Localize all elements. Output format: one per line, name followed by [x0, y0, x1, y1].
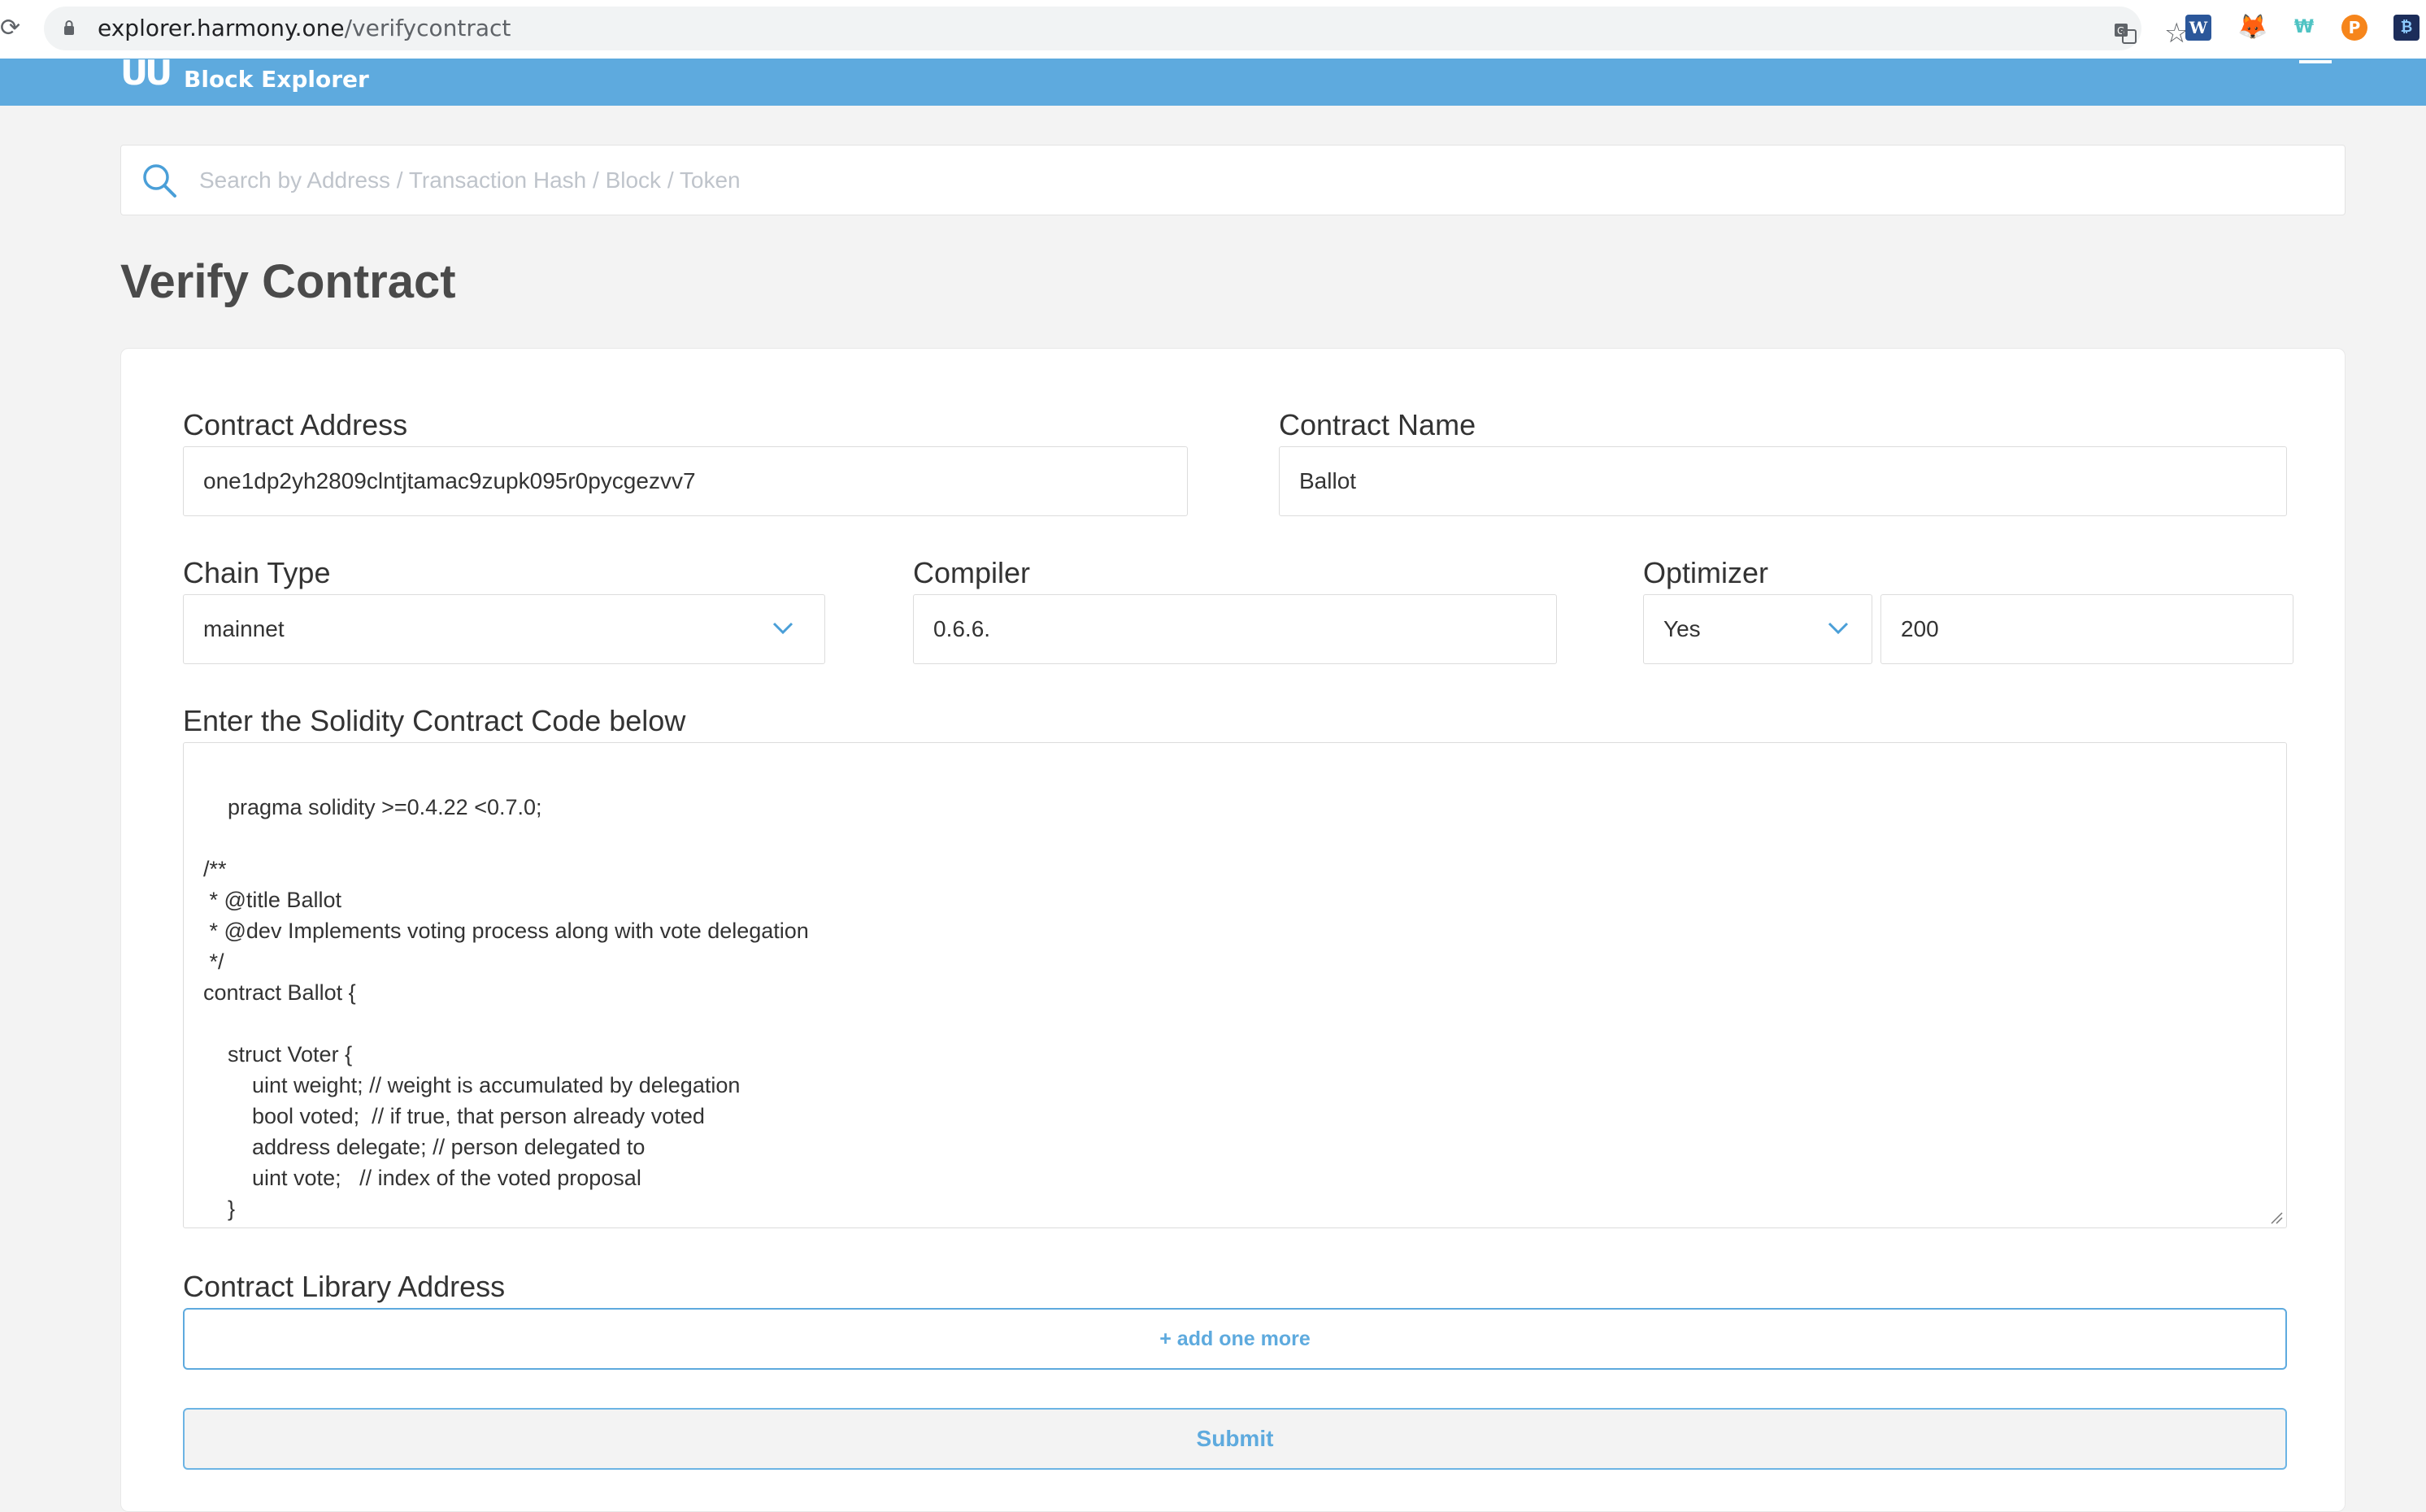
source-code-text: pragma solidity >=0.4.22 <0.7.0; /** * @… — [203, 795, 809, 1221]
chevron-down-icon — [1828, 622, 1849, 635]
logo-text[interactable]: Block Explorer — [184, 67, 369, 93]
address-bar[interactable]: explorer.harmony.one/verifycontract G ☆ — [44, 7, 2189, 50]
contract-name-label: Contract Name — [1279, 408, 1476, 441]
metamask-extension-icon[interactable]: 🦊 — [2237, 15, 2267, 41]
p-extension-icon[interactable]: P — [2341, 15, 2367, 41]
harmony-extension-icon[interactable]: ₩ — [2291, 15, 2317, 41]
chain-type-select[interactable]: mainnet — [183, 594, 825, 664]
search-bar — [120, 145, 2346, 215]
compiler-label: Compiler — [913, 556, 1031, 589]
compiler-input[interactable]: 0.6.6. — [913, 594, 1557, 664]
contract-name-input[interactable]: Ballot — [1279, 446, 2287, 516]
verify-form-card: Contract Address one1dp2yh2809clntjtamac… — [120, 348, 2346, 1512]
translate-icon[interactable]: G — [2113, 21, 2137, 46]
optimizer-runs-input[interactable]: 200 — [1880, 594, 2293, 664]
add-library-button[interactable]: + add one more — [183, 1308, 2287, 1370]
submit-button[interactable]: Submit — [183, 1408, 2287, 1470]
contract-address-label: Contract Address — [183, 408, 408, 441]
optimizer-label: Optimizer — [1643, 556, 1769, 589]
page-title: Verify Contract — [120, 255, 456, 308]
harmony-logo-icon[interactable]: UU — [120, 55, 172, 91]
lock-icon — [64, 20, 74, 35]
browser-chrome: ⟳ explorer.harmony.one/verifycontract G … — [0, 0, 2426, 59]
source-code-label: Enter the Solidity Contract Code below — [183, 704, 686, 737]
site-header: UU Block Explorer — [0, 55, 2426, 106]
resize-handle-icon[interactable] — [2270, 1211, 2283, 1224]
reload-icon[interactable]: ⟳ — [0, 16, 21, 41]
optimizer-value: Yes — [1663, 616, 1701, 641]
search-icon — [143, 164, 176, 198]
library-address-label: Contract Library Address — [183, 1270, 506, 1303]
optimizer-select[interactable]: Yes — [1643, 594, 1872, 664]
chevron-down-icon — [772, 622, 793, 635]
url-text: explorer.harmony.one/verifycontract — [98, 15, 511, 41]
word-extension-icon[interactable]: W — [2185, 15, 2211, 41]
menu-icon[interactable] — [2299, 60, 2332, 63]
contract-address-input[interactable]: one1dp2yh2809clntjtamac9zupk095r0pycgezv… — [183, 446, 1188, 516]
source-code-textarea[interactable]: pragma solidity >=0.4.22 <0.7.0; /** * @… — [183, 742, 2287, 1228]
chain-type-value: mainnet — [203, 616, 285, 641]
chain-type-label: Chain Type — [183, 556, 331, 589]
wallet-extension-icon[interactable]: ₿ — [2393, 15, 2419, 41]
search-input[interactable] — [199, 159, 2313, 202]
